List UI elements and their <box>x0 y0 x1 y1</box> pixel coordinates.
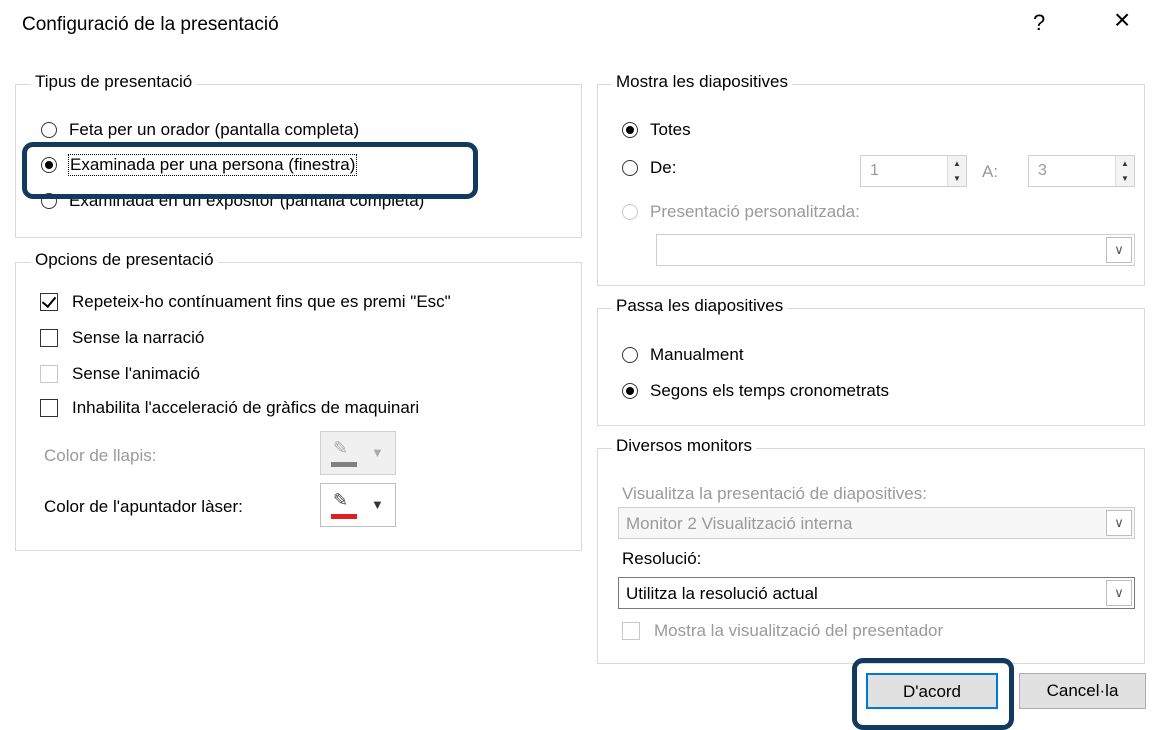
radio-timings-label: Segons els temps cronometrats <box>650 381 890 400</box>
pen-color-button[interactable]: ✎ ▼ <box>320 431 396 475</box>
cancel-button[interactable]: Cancel·la <box>1019 673 1146 709</box>
check-animation-label: Sense l'animació <box>72 364 200 383</box>
check-loop[interactable]: Repeteix-ho contínuament fins que es pre… <box>40 292 451 312</box>
check-narration[interactable]: Sense la narració <box>40 328 204 348</box>
radio-kiosk-label: Examinada en un expositor (pantalla comp… <box>69 191 425 210</box>
check-loop-label: Repeteix-ho contínuament fins que es pre… <box>72 292 451 311</box>
show-slides-legend: Mostra les diapositives <box>612 72 792 92</box>
check-presenter-view[interactable]: Mostra la visualització del presentador <box>622 621 943 641</box>
to-label: A: <box>982 162 999 181</box>
radio-custom-button[interactable] <box>622 204 638 220</box>
help-button[interactable]: ? <box>1033 10 1045 36</box>
display-label: Visualitza la presentació de diapositive… <box>622 484 927 503</box>
radio-manual[interactable]: Manualment <box>622 345 744 365</box>
pen-icon: ✎ <box>333 438 349 458</box>
show-type-legend: Tipus de presentació <box>31 72 197 92</box>
to-spin-arrows[interactable]: ▲ ▼ <box>1115 156 1134 186</box>
check-loop-box[interactable] <box>40 293 58 311</box>
from-slide-spinner[interactable]: 1 ▲ ▼ <box>860 155 967 187</box>
ok-button[interactable]: D'acord <box>866 673 998 709</box>
chevron-down-icon: ▼ <box>371 497 384 512</box>
radio-individual-button[interactable] <box>41 157 57 173</box>
radio-timings[interactable]: Segons els temps cronometrats <box>622 381 889 401</box>
custom-show-dropdown[interactable]: ∨ <box>656 234 1135 266</box>
laser-color-button[interactable]: ✎ ▼ <box>320 483 396 527</box>
to-slide-value: 3 <box>1038 162 1047 179</box>
radio-speaker-label: Feta per un orador (pantalla completa) <box>69 120 360 139</box>
radio-custom-show[interactable]: Presentació personalitzada: <box>622 202 860 222</box>
pen-icon: ✎ <box>333 490 349 510</box>
radio-all-label: Totes <box>650 120 691 139</box>
radio-from-slides[interactable]: De: <box>622 158 676 178</box>
radio-all-button[interactable] <box>622 122 638 138</box>
from-spin-arrows[interactable]: ▲ ▼ <box>947 156 966 186</box>
from-slide-value: 1 <box>870 162 879 179</box>
chevron-down-icon[interactable]: ∨ <box>1106 580 1132 606</box>
chevron-down-icon: ▼ <box>371 445 384 460</box>
resolution-value: Utilitza la resolució actual <box>626 584 818 603</box>
check-animation-box[interactable] <box>40 365 58 383</box>
laser-color-label: Color de l'apuntador làser: <box>44 497 243 516</box>
radio-speaker-button[interactable] <box>41 122 57 138</box>
advance-legend: Passa les diapositives <box>612 296 788 316</box>
resolution-dropdown[interactable]: Utilitza la resolució actual ∨ <box>618 577 1135 609</box>
chevron-down-icon[interactable]: ∨ <box>1106 237 1132 263</box>
advance-group <box>597 308 1145 426</box>
radio-custom-label: Presentació personalitzada: <box>650 202 860 221</box>
radio-individual[interactable]: Examinada per una persona (finestra) <box>41 154 358 176</box>
radio-timings-button[interactable] <box>622 383 638 399</box>
resolution-label: Resolució: <box>622 549 702 568</box>
radio-individual-label: Examinada per una persona (finestra) <box>67 154 358 176</box>
radio-manual-label: Manualment <box>650 345 744 364</box>
radio-from-label: De: <box>650 158 677 177</box>
spin-up-icon[interactable]: ▲ <box>948 156 966 171</box>
radio-kiosk-button[interactable] <box>41 193 57 209</box>
check-hwaccel[interactable]: Inhabilita l'acceleració de gràfics de m… <box>40 398 419 418</box>
check-hwaccel-label: Inhabilita l'acceleració de gràfics de m… <box>72 398 420 417</box>
check-presenter-view-box[interactable] <box>622 622 640 640</box>
display-value: Monitor 2 Visualització interna <box>626 514 853 533</box>
radio-kiosk[interactable]: Examinada en un expositor (pantalla comp… <box>41 191 424 211</box>
spin-down-icon[interactable]: ▼ <box>948 171 966 186</box>
radio-speaker[interactable]: Feta per un orador (pantalla completa) <box>41 120 359 140</box>
radio-all-slides[interactable]: Totes <box>622 120 691 140</box>
check-narration-label: Sense la narració <box>72 328 205 347</box>
pen-color-swatch <box>331 462 357 467</box>
monitors-legend: Diversos monitors <box>612 436 757 456</box>
check-narration-box[interactable] <box>40 329 58 347</box>
show-options-legend: Opcions de presentació <box>31 250 218 270</box>
spin-down-icon[interactable]: ▼ <box>1116 171 1134 186</box>
check-hwaccel-box[interactable] <box>40 399 58 417</box>
spin-up-icon[interactable]: ▲ <box>1116 156 1134 171</box>
radio-manual-button[interactable] <box>622 347 638 363</box>
check-presenter-view-label: Mostra la visualització del presentador <box>654 621 944 640</box>
chevron-down-icon[interactable]: ∨ <box>1106 510 1132 536</box>
display-dropdown[interactable]: Monitor 2 Visualització interna ∨ <box>618 507 1135 539</box>
dialog-title: Configuració de la presentació <box>22 14 279 35</box>
check-animation[interactable]: Sense l'animació <box>40 364 200 384</box>
radio-from-button[interactable] <box>622 160 638 176</box>
to-slide-spinner[interactable]: 3 ▲ ▼ <box>1028 155 1135 187</box>
close-button[interactable]: × <box>1114 6 1130 34</box>
laser-color-swatch <box>331 514 357 519</box>
pen-color-label: Color de llapis: <box>44 446 157 465</box>
